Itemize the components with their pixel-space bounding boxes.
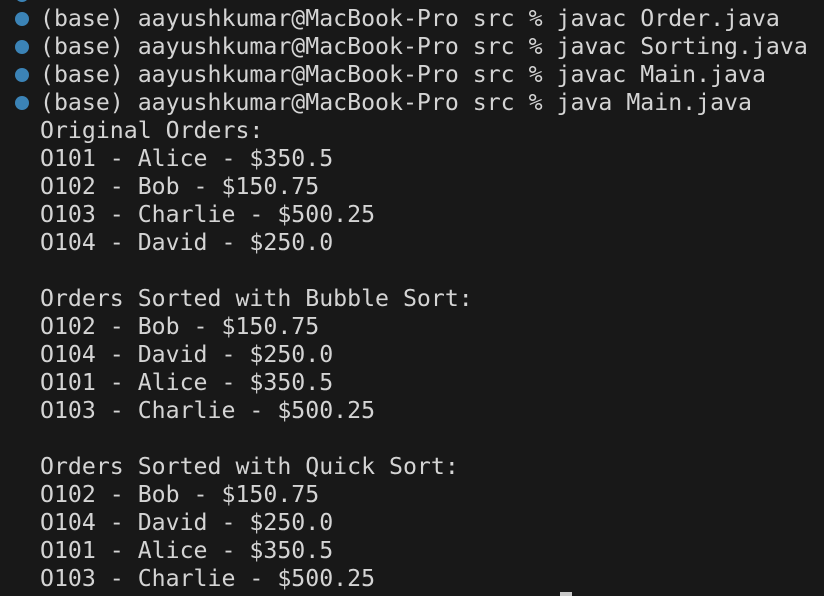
command-line: (base) aayushkumar@MacBook-Pro src % jav… [40,61,766,89]
output-line: O101 - Alice - $350.5 [40,145,334,172]
command-status-dot-icon[interactable] [15,40,29,54]
output-line: O104 - David - $250.0 [40,509,334,536]
output-heading: Original Orders: [40,117,264,144]
command-status-dot-icon[interactable] [15,68,29,82]
output-line: O102 - Bob - $150.75 [40,313,320,340]
output-line: O103 - Charlie - $500.25 [40,397,376,424]
output-heading: Orders Sorted with Quick Sort: [40,453,459,480]
shell-prompt: (base) aayushkumar@MacBook-Pro src % [40,5,557,32]
output-line: O101 - Alice - $350.5 [40,537,334,564]
output-line: O103 - Charlie - $500.25 [40,565,376,592]
output-line: O104 - David - $250.0 [40,341,334,368]
output-line: O104 - David - $250.0 [40,229,334,256]
output-line: O102 - Bob - $150.75 [40,481,320,508]
command-line: (base) aayushkumar@MacBook-Pro src % jav… [40,89,752,117]
command-text: javac Sorting.java [556,33,808,60]
output-line: O102 - Bob - $150.75 [40,173,320,200]
shell-prompt: (base) aayushkumar@MacBook-Pro src % [40,33,557,60]
terminal-cursor [560,592,572,596]
command-status-dot-icon[interactable] [15,12,29,26]
shell-prompt: (base) aayushkumar@MacBook-Pro src % [40,61,557,88]
terminal-panel[interactable]: (base) aayushkumar@MacBook-Pro src % jav… [0,0,824,596]
command-status-dot-icon[interactable] [15,0,29,2]
shell-prompt: (base) aayushkumar@MacBook-Pro src % [40,89,557,116]
output-line: O101 - Alice - $350.5 [40,369,334,396]
output-line: O103 - Charlie - $500.25 [40,201,376,228]
command-text: java Main.java [556,89,752,116]
command-line: (base) aayushkumar@MacBook-Pro src % jav… [40,5,780,33]
command-line: (base) aayushkumar@MacBook-Pro src % jav… [40,33,808,61]
command-text: javac Main.java [556,61,766,88]
output-heading: Orders Sorted with Bubble Sort: [40,285,473,312]
command-status-dot-icon[interactable] [15,96,29,110]
command-text: javac Order.java [556,5,780,32]
